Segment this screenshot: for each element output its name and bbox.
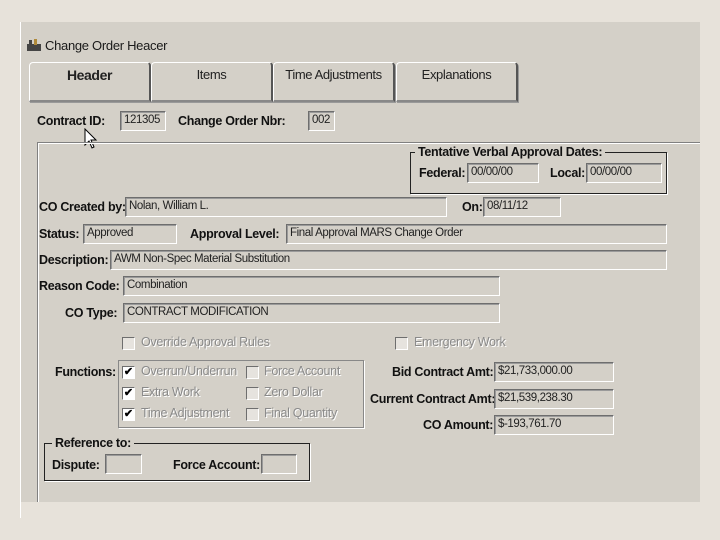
co-type-field[interactable]: CONTRACT MODIFICATION: [123, 303, 500, 323]
tentative-approval-title: Tentative Verbal Approval Dates:: [415, 145, 606, 159]
bid-contract-amt-label: Bid Contract Amt:: [392, 365, 494, 379]
change-order-nbr-label: Change Order Nbr:: [178, 114, 286, 128]
app-icon: [27, 39, 41, 51]
tab-header[interactable]: Header: [29, 62, 151, 102]
tab-header-label: Header: [66, 67, 113, 83]
description-label: Description:: [39, 253, 109, 267]
emergency-work-checkbox[interactable]: [395, 337, 408, 350]
extra-work-label: Extra Work: [141, 385, 200, 399]
change-order-window: Change Order Heacer Header Items Time Ad…: [20, 22, 700, 518]
contract-id-field[interactable]: 121305: [120, 111, 166, 131]
time-adjustment-label: Time Adjustment: [141, 406, 230, 420]
final-quantity-checkbox[interactable]: [246, 408, 259, 421]
force-account-checkbox[interactable]: [246, 366, 259, 379]
zero-dollar-label: Zero Dollar: [264, 385, 323, 399]
local-label: Local:: [550, 166, 586, 180]
status-label: Status:: [39, 227, 80, 241]
functions-label: Functions:: [55, 365, 116, 379]
status-field[interactable]: Approved: [83, 224, 177, 244]
force-account-label: Force Account: [264, 364, 341, 378]
time-adjustment-checkbox[interactable]: ✔: [122, 408, 135, 421]
federal-label: Federal:: [419, 166, 466, 180]
reference-title: Reference to:: [52, 436, 134, 450]
emergency-work-label: Emergency Work: [414, 335, 506, 349]
change-order-nbr-field[interactable]: 002: [308, 111, 335, 131]
window-title: Change Order Heacer: [45, 37, 168, 53]
created-on-field[interactable]: 08/11/12: [483, 197, 561, 217]
current-contract-amt-field[interactable]: $21,539,238.30: [494, 389, 614, 409]
co-created-by-label: CO Created by:: [39, 200, 126, 214]
on-label: On:: [462, 200, 483, 214]
co-amount-label: CO Amount:: [423, 418, 494, 432]
force-account-ref-label: Force Account:: [173, 458, 261, 472]
extra-work-checkbox[interactable]: ✔: [122, 387, 135, 400]
overrun-underrun-label: Overrun/Underrun: [141, 364, 237, 378]
bottom-strip: [21, 502, 700, 518]
description-field[interactable]: AWM Non-Spec Material Substitution: [110, 250, 667, 270]
dispute-label: Dispute:: [52, 458, 100, 472]
current-contract-amt-label: Current Contract Amt:: [370, 392, 496, 406]
bid-contract-amt-field[interactable]: $21,733,000.00: [494, 362, 614, 382]
reason-code-label: Reason Code:: [39, 279, 120, 293]
check-icon: ✔: [123, 366, 134, 378]
federal-date-field[interactable]: 00/00/00: [467, 163, 539, 183]
override-approval-label: Override Approval Rules: [141, 335, 270, 349]
zero-dollar-checkbox[interactable]: [246, 387, 259, 400]
co-type-label: CO Type:: [65, 306, 118, 320]
check-icon: ✔: [123, 408, 134, 420]
final-quantity-label: Final Quantity: [264, 406, 337, 420]
check-icon: ✔: [123, 387, 134, 399]
local-date-field[interactable]: 00/00/00: [586, 163, 662, 183]
co-created-by-field[interactable]: Nolan, William L.: [125, 197, 447, 217]
co-amount-field[interactable]: $-193,761.70: [494, 415, 614, 435]
contract-id-label: Contract ID:: [37, 114, 105, 128]
approval-level-field[interactable]: Final Approval MARS Change Order: [286, 224, 667, 244]
reason-code-field[interactable]: Combination: [123, 276, 500, 296]
tab-explanations[interactable]: Explanations: [396, 62, 518, 102]
override-approval-checkbox[interactable]: [122, 337, 135, 350]
dispute-field[interactable]: [105, 454, 142, 474]
tab-explanations-label: Explanations: [421, 67, 492, 82]
force-account-ref-field[interactable]: [261, 454, 297, 474]
tab-time-adjustments-label: Time Adjustments: [285, 67, 382, 82]
tab-items[interactable]: Items: [151, 62, 273, 102]
approval-level-label: Approval Level:: [190, 227, 280, 241]
tab-items-label: Items: [196, 67, 227, 82]
title-bar: Change Order Heacer: [21, 30, 700, 60]
tab-time-adjustments[interactable]: Time Adjustments: [273, 62, 395, 102]
overrun-underrun-checkbox[interactable]: ✔: [122, 366, 135, 379]
